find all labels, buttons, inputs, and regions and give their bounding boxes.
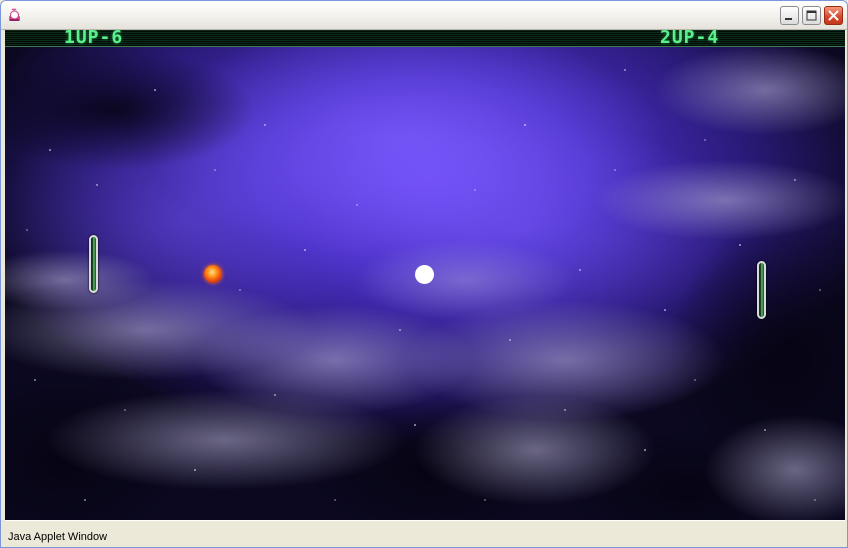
fireball — [204, 265, 222, 283]
title-bar[interactable] — [1, 1, 847, 30]
close-icon — [828, 10, 839, 21]
status-bar: Java Applet Window — [5, 520, 845, 546]
player-1-score: 1UP-6 — [64, 30, 124, 48]
left-paddle[interactable] — [89, 235, 98, 293]
minimize-icon — [785, 18, 792, 20]
applet-window: 1UP-6 2UP-4 Java Applet Window — [0, 0, 848, 548]
game-canvas[interactable]: 1UP-6 2UP-4 — [5, 30, 845, 520]
right-paddle[interactable] — [757, 261, 766, 319]
maximize-button[interactable] — [802, 6, 821, 25]
java-applet-icon[interactable] — [7, 7, 23, 23]
player-2-score: 2UP-4 — [660, 30, 720, 48]
close-button[interactable] — [824, 6, 843, 25]
maximize-icon — [806, 10, 817, 21]
ball — [415, 265, 434, 284]
minimize-button[interactable] — [780, 6, 799, 25]
status-text: Java Applet Window — [8, 531, 108, 543]
score-bar: 1UP-6 2UP-4 — [5, 30, 845, 48]
